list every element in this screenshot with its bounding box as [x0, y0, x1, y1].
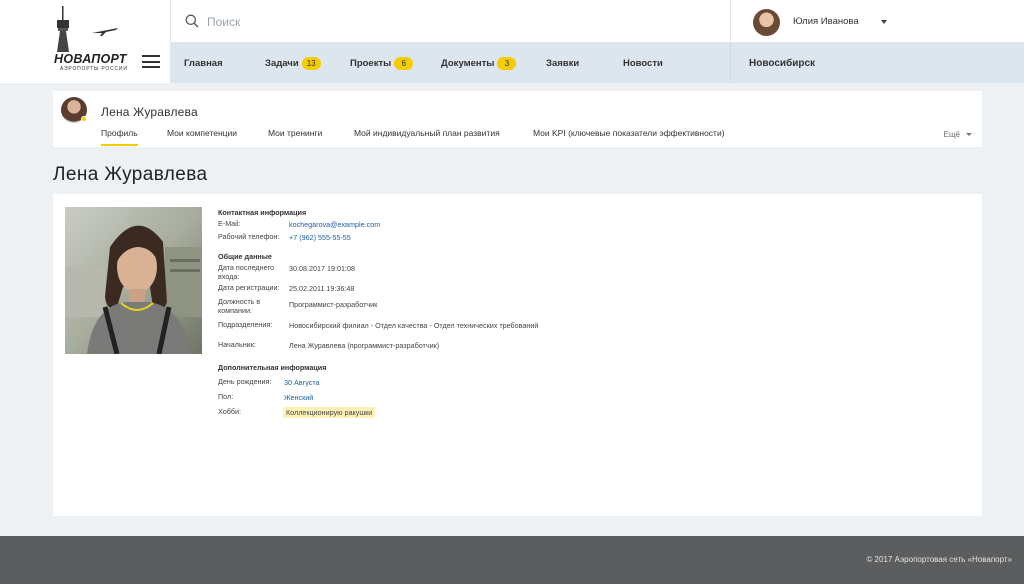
- more-tabs-button[interactable]: Ещё: [944, 130, 972, 139]
- department-label: Подразделения:: [218, 320, 273, 329]
- logo-tagline: АЭРОПОРТЫ РОССИИ: [60, 66, 128, 72]
- tab-trainings[interactable]: Мои тренинги: [268, 128, 322, 138]
- profile-name: Лена Журавлева: [101, 105, 198, 119]
- user-menu[interactable]: Юлия Иванова: [730, 0, 1024, 43]
- main-nav: Главная Задачи 13 Проекты 6 Документы 3 …: [171, 43, 730, 83]
- avatar: [753, 9, 780, 36]
- manager-value: Лена Журавлева (программист-разработчик): [289, 341, 440, 350]
- count-badge: 6: [394, 56, 414, 70]
- nav-item-label: Документы: [441, 57, 495, 69]
- section-title-extra: Дополнительная информация: [218, 363, 327, 372]
- count-badge: 13: [301, 56, 321, 70]
- app-header: НОВАПОРТ АЭРОПОРТЫ РОССИИ Юлия Иванова Г…: [0, 0, 1024, 83]
- footer: © 2017 Аэропортовая сеть «Новапорт»: [0, 536, 1024, 584]
- hobby-label: Хобби:: [218, 407, 241, 416]
- nav-item-home[interactable]: Главная: [184, 43, 223, 83]
- online-status-dot: [81, 116, 87, 122]
- nav-item-documents[interactable]: Документы 3: [441, 43, 517, 83]
- registration-label: Дата регистрации:: [218, 283, 280, 292]
- tab-competencies[interactable]: Мои компетенции: [167, 128, 237, 138]
- nav-item-requests[interactable]: Заявки: [546, 43, 579, 83]
- nav-item-projects[interactable]: Проекты 6: [350, 43, 414, 83]
- nav-item-label: Задачи: [265, 57, 299, 69]
- copyright-text: © 2017 Аэропортовая сеть «Новапорт»: [866, 555, 1012, 564]
- tab-kpi[interactable]: Мои KPI (ключевые показатели эффективнос…: [533, 128, 725, 138]
- page-title: Лена Журавлева: [53, 164, 208, 185]
- profile-card: Контактная информация E-Mail: kochegarov…: [53, 194, 982, 516]
- search-bar: [171, 0, 730, 43]
- city-label: Новосибирск: [749, 57, 816, 69]
- birthday-value[interactable]: 30 Августа: [284, 378, 320, 387]
- manager-label: Начальник:: [218, 340, 256, 349]
- nav-item-label: Проекты: [350, 57, 392, 69]
- search-input[interactable]: [207, 11, 607, 33]
- tab-profile[interactable]: Профиль: [101, 128, 138, 146]
- section-title-general: Общие данные: [218, 252, 272, 261]
- city-selector[interactable]: Новосибирск: [730, 43, 1024, 83]
- nav-item-label: Главная: [184, 57, 223, 69]
- last-login-label: Дата последнего входа:: [218, 263, 275, 281]
- user-name: Юлия Иванова: [793, 16, 859, 27]
- phone-label: Рабочий телефон:: [218, 232, 280, 241]
- profile-photo: [65, 207, 202, 354]
- last-login-value: 30.08.2017 19:01:08: [289, 264, 355, 273]
- department-value: Новосибирский филиал - Отдел качества - …: [289, 321, 539, 330]
- nav-item-news[interactable]: Новости: [623, 43, 663, 83]
- nav-item-tasks[interactable]: Задачи 13: [265, 43, 321, 83]
- search-icon: [185, 14, 199, 28]
- birthday-label: День рождения:: [218, 377, 272, 386]
- menu-icon[interactable]: [142, 55, 160, 69]
- position-value: Программист-разработчик: [289, 300, 378, 309]
- email-link[interactable]: kochegarova@example.com: [289, 220, 380, 229]
- email-label: E-Mail:: [218, 219, 241, 228]
- phone-link[interactable]: +7 (962) 555-55-55: [289, 233, 351, 242]
- gender-value[interactable]: Женский: [284, 393, 313, 402]
- chevron-down-icon: [881, 20, 887, 24]
- plane-icon: [92, 28, 118, 36]
- logo-wordmark: НОВАПОРТ: [54, 52, 127, 66]
- gender-label: Пол:: [218, 392, 234, 401]
- registration-value: 25.02.2011 19:36:48: [289, 284, 355, 293]
- nav-item-label: Заявки: [546, 57, 580, 69]
- tab-development-plan[interactable]: Мой индивидуальный план развития: [354, 128, 500, 138]
- logo[interactable]: НОВАПОРТ АЭРОПОРТЫ РОССИИ: [0, 0, 171, 83]
- chevron-down-icon: [966, 133, 972, 136]
- profile-header: Лена Журавлева Профиль Мои компетенции М…: [53, 91, 982, 147]
- section-title-contact: Контактная информация: [218, 208, 307, 217]
- hobby-tag[interactable]: Коллекционирую ракушки: [283, 407, 376, 418]
- more-label: Ещё: [943, 130, 960, 139]
- nav-item-label: Новости: [623, 57, 663, 69]
- count-badge: 3: [497, 56, 517, 70]
- position-label: Должность в компании:: [218, 297, 261, 315]
